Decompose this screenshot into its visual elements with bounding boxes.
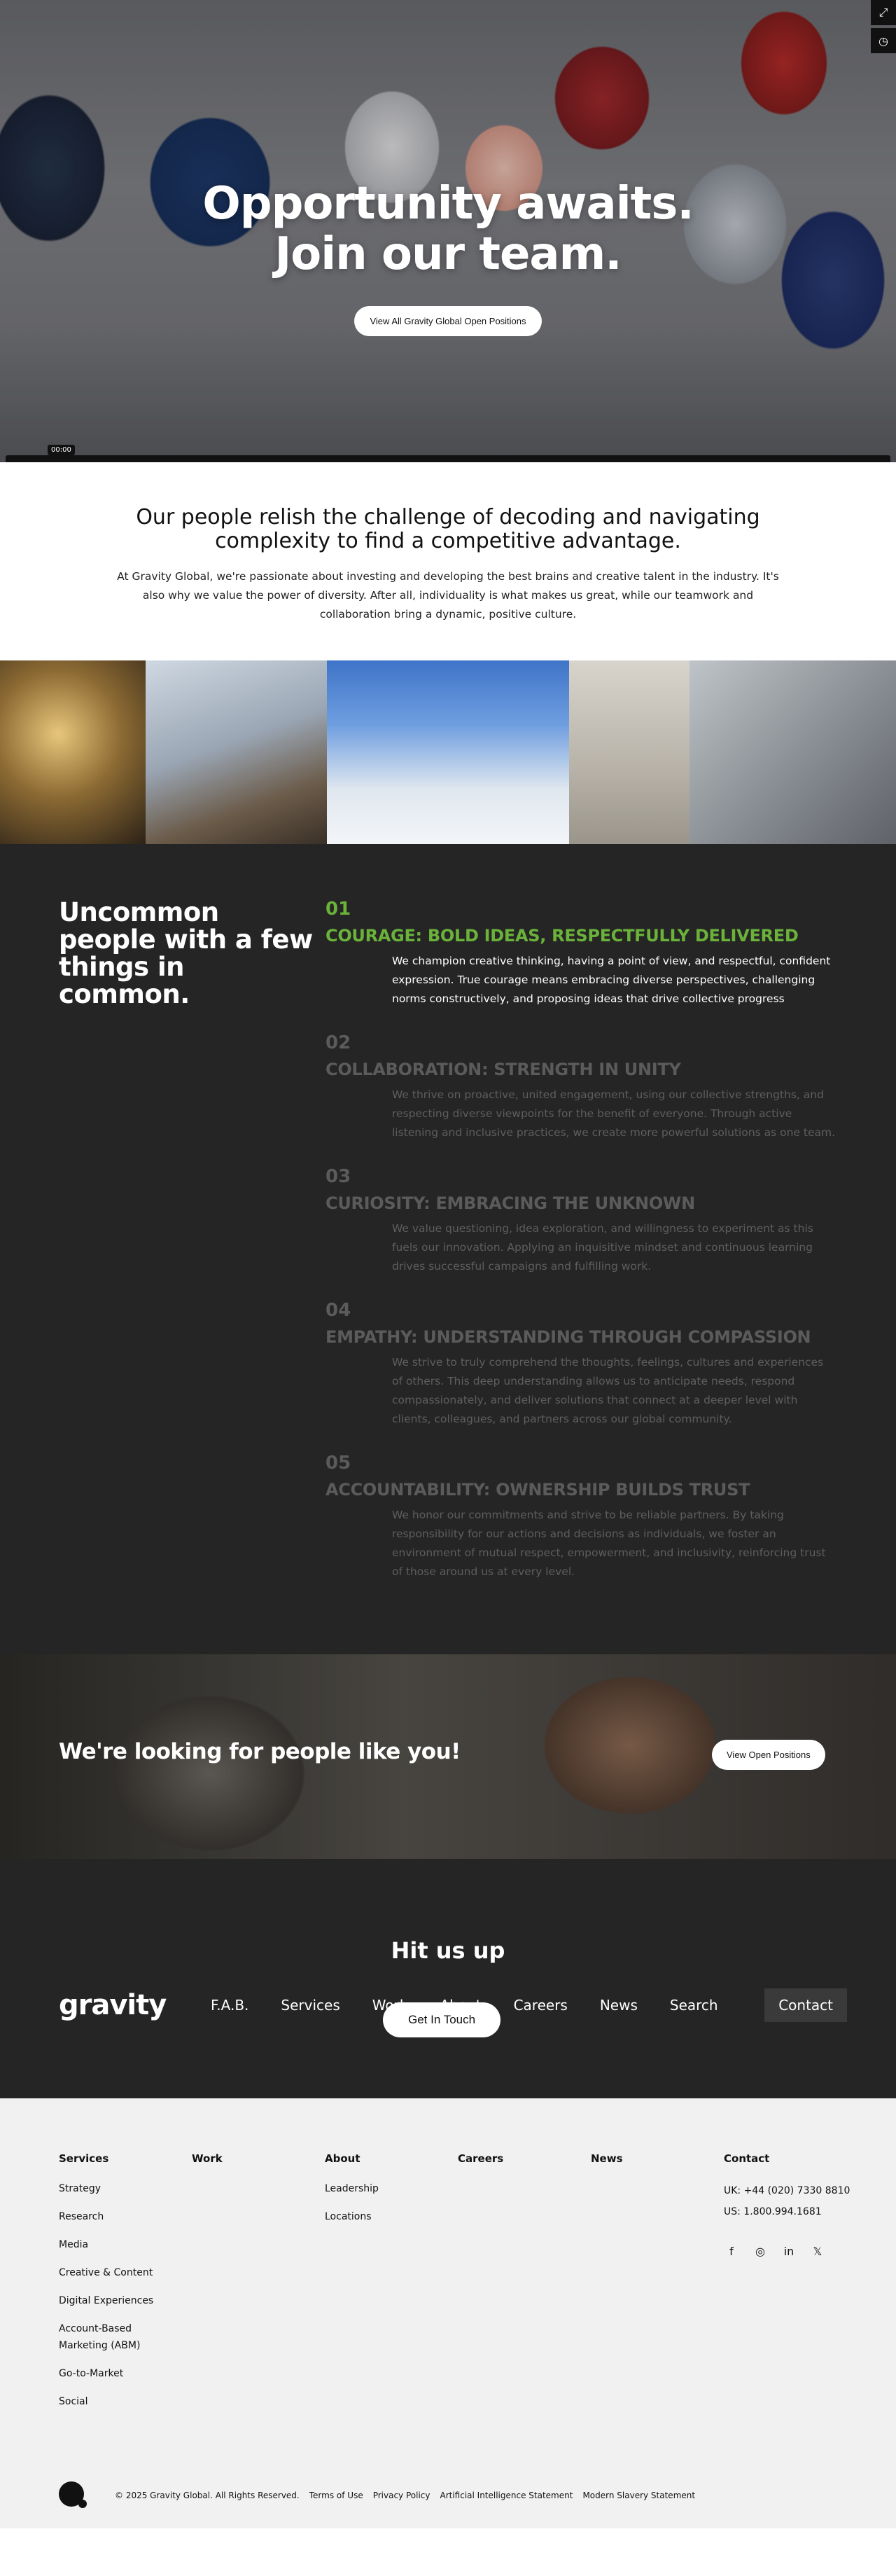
value-item-empathy[interactable]: 04 EMPATHY: UNDERSTANDING THROUGH COMPAS… [326,1300,858,1429]
footer: Services Strategy Research Media Creativ… [0,2098,896,2528]
cta-title: We're looking for people like you! [59,1739,461,1764]
footer-link-social[interactable]: Social [59,2393,157,2410]
value-text: We strive to truly comprehend the though… [392,1356,824,1425]
video-timestamp: 00:00 [48,445,75,455]
clock-icon[interactable]: ◷ [871,28,896,53]
footer-link-go-to-market[interactable]: Go-to-Market [59,2365,157,2382]
footer-link-leadership[interactable]: Leadership [325,2180,423,2197]
values-heading-wrap: Uncommon people with a few things in com… [0,899,326,1605]
gravity-g-logo[interactable] [59,2481,87,2509]
value-number: 02 [326,1032,351,1053]
footer-col-services: Services Strategy Research Media Creativ… [59,2152,192,2421]
footer-col-work: Work [192,2152,325,2421]
footer-heading-about[interactable]: About [325,2152,458,2165]
footer-col-about: About Leadership Locations [325,2152,458,2421]
modern-slavery-link[interactable]: Modern Slavery Statement [582,2491,695,2500]
footer-heading-contact[interactable]: Contact [724,2152,857,2165]
team-dogs-photo [146,660,327,844]
phone-uk[interactable]: UK: +44 (020) 7330 8810 [724,2180,857,2201]
values-heading: Uncommon people with a few things in com… [59,897,313,1009]
footer-link-locations[interactable]: Locations [325,2208,423,2225]
footer-link-research[interactable]: Research [59,2208,157,2225]
value-number: 05 [326,1453,351,1474]
footer-link-strategy[interactable]: Strategy [59,2180,157,2197]
nav-item-careers[interactable]: Careers [514,1997,568,2014]
video-progress-bar[interactable] [6,455,890,462]
view-all-positions-button[interactable]: View All Gravity Global Open Positions [354,306,542,336]
privacy-link[interactable]: Privacy Policy [373,2491,430,2500]
footer-heading-services[interactable]: Services [59,2152,192,2165]
values-list: 01 COURAGE: BOLD IDEAS, RESPECTFULLY DEL… [326,899,858,1605]
team-ski-photo [327,660,569,844]
terms-link[interactable]: Terms of Use [309,2491,363,2500]
nav-item-services[interactable]: Services [281,1997,340,2014]
office-monitor-photo [690,660,896,844]
footer-col-news: News [591,2152,724,2421]
footer-heading-careers[interactable]: Careers [458,2152,591,2165]
hero-title-line1: Opportunity awaits. [202,178,694,230]
value-text: We honor our commitments and strive to b… [392,1509,826,1578]
nav-item-news[interactable]: News [600,1997,638,2014]
nav-item-search[interactable]: Search [670,1997,718,2014]
linkedin-icon[interactable]: in [781,2243,797,2259]
hero-content: Opportunity awaits. Join our team. View … [0,179,896,336]
footer-link-media[interactable]: Media [59,2236,157,2253]
value-number: 04 [326,1300,351,1321]
value-number: 03 [326,1166,351,1187]
ai-statement-link[interactable]: Artificial Intelligence Statement [440,2491,573,2500]
nav-item-fab[interactable]: F.A.B. [211,1997,248,2014]
gravity-logo[interactable]: gravity [59,1989,211,2021]
values-section: Uncommon people with a few things in com… [0,844,896,1654]
expand-icon[interactable]: ⤢ [871,0,896,25]
phone-us[interactable]: US: 1.800.994.1681 [724,2201,857,2222]
value-title: EMPATHY: UNDERSTANDING THROUGH COMPASSIO… [326,1327,811,1347]
intro-section: Our people relish the challenge of decod… [0,462,896,660]
footer-heading-news[interactable]: News [591,2152,724,2165]
value-title: CURIOSITY: EMBRACING THE UNKNOWN [326,1193,695,1213]
instagram-icon[interactable]: ◎ [752,2243,768,2259]
intro-body: At Gravity Global, we're passionate abou… [117,570,779,621]
footer-columns: Services Strategy Research Media Creativ… [59,2152,857,2421]
value-text: We value questioning, idea exploration, … [392,1222,813,1273]
footer-col-contact: Contact UK: +44 (020) 7330 8810 US: 1.80… [724,2152,857,2421]
value-text: We thrive on proactive, united engagemen… [392,1088,836,1139]
facebook-icon[interactable]: f [724,2243,739,2259]
footer-link-creative-content[interactable]: Creative & Content [59,2264,157,2281]
social-links: f ◎ in 𝕏 [724,2243,857,2259]
footer-col-careers: Careers [458,2152,591,2421]
cta-banner: We're looking for people like you! View … [0,1654,896,1859]
value-title: COLLABORATION: STRENGTH IN UNITY [326,1060,681,1079]
get-in-touch-button[interactable]: Get In Touch [383,2002,501,2037]
footer-heading-work[interactable]: Work [192,2152,325,2165]
photo-strip [0,660,896,844]
x-icon[interactable]: 𝕏 [810,2243,825,2259]
copyright: © 2025 Gravity Global. All Rights Reserv… [115,2491,300,2500]
footer-link-digital-experiences[interactable]: Digital Experiences [59,2292,157,2309]
value-text: We champion creative thinking, having a … [392,955,831,1005]
hero-title-line2: Join our team. [274,228,622,280]
value-item-courage[interactable]: 01 COURAGE: BOLD IDEAS, RESPECTFULLY DEL… [326,899,858,1009]
footer-link-abm[interactable]: Account-Based Marketing (ABM) [59,2320,157,2354]
nav-contact-button[interactable]: Contact [764,1988,847,2022]
hero-section: ⤢ ◷ Opportunity awaits. Join our team. V… [0,0,896,462]
hero-side-controls: ⤢ ◷ [865,0,896,56]
value-number: 01 [326,899,351,920]
footer-bottom: © 2025 Gravity Global. All Rights Reserv… [59,2481,705,2509]
contact-section: Hit us up gravity F.A.B. Services Work A… [0,1859,896,2098]
view-open-positions-button[interactable]: View Open Positions [712,1740,825,1770]
value-item-collaboration[interactable]: 02 COLLABORATION: STRENGTH IN UNITY We t… [326,1032,858,1142]
office-desk-photo [569,660,690,844]
value-item-accountability[interactable]: 05 ACCOUNTABILITY: OWNERSHIP BUILDS TRUS… [326,1453,858,1581]
value-item-curiosity[interactable]: 03 CURIOSITY: EMBRACING THE UNKNOWN We v… [326,1166,858,1276]
value-title: COURAGE: BOLD IDEAS, RESPECTFULLY DELIVE… [326,926,799,946]
value-title: ACCOUNTABILITY: OWNERSHIP BUILDS TRUST [326,1480,750,1500]
team-dinner-photo [0,660,146,844]
contact-title: Hit us up [391,1937,505,1964]
intro-heading: Our people relish the challenge of decod… [136,505,760,553]
